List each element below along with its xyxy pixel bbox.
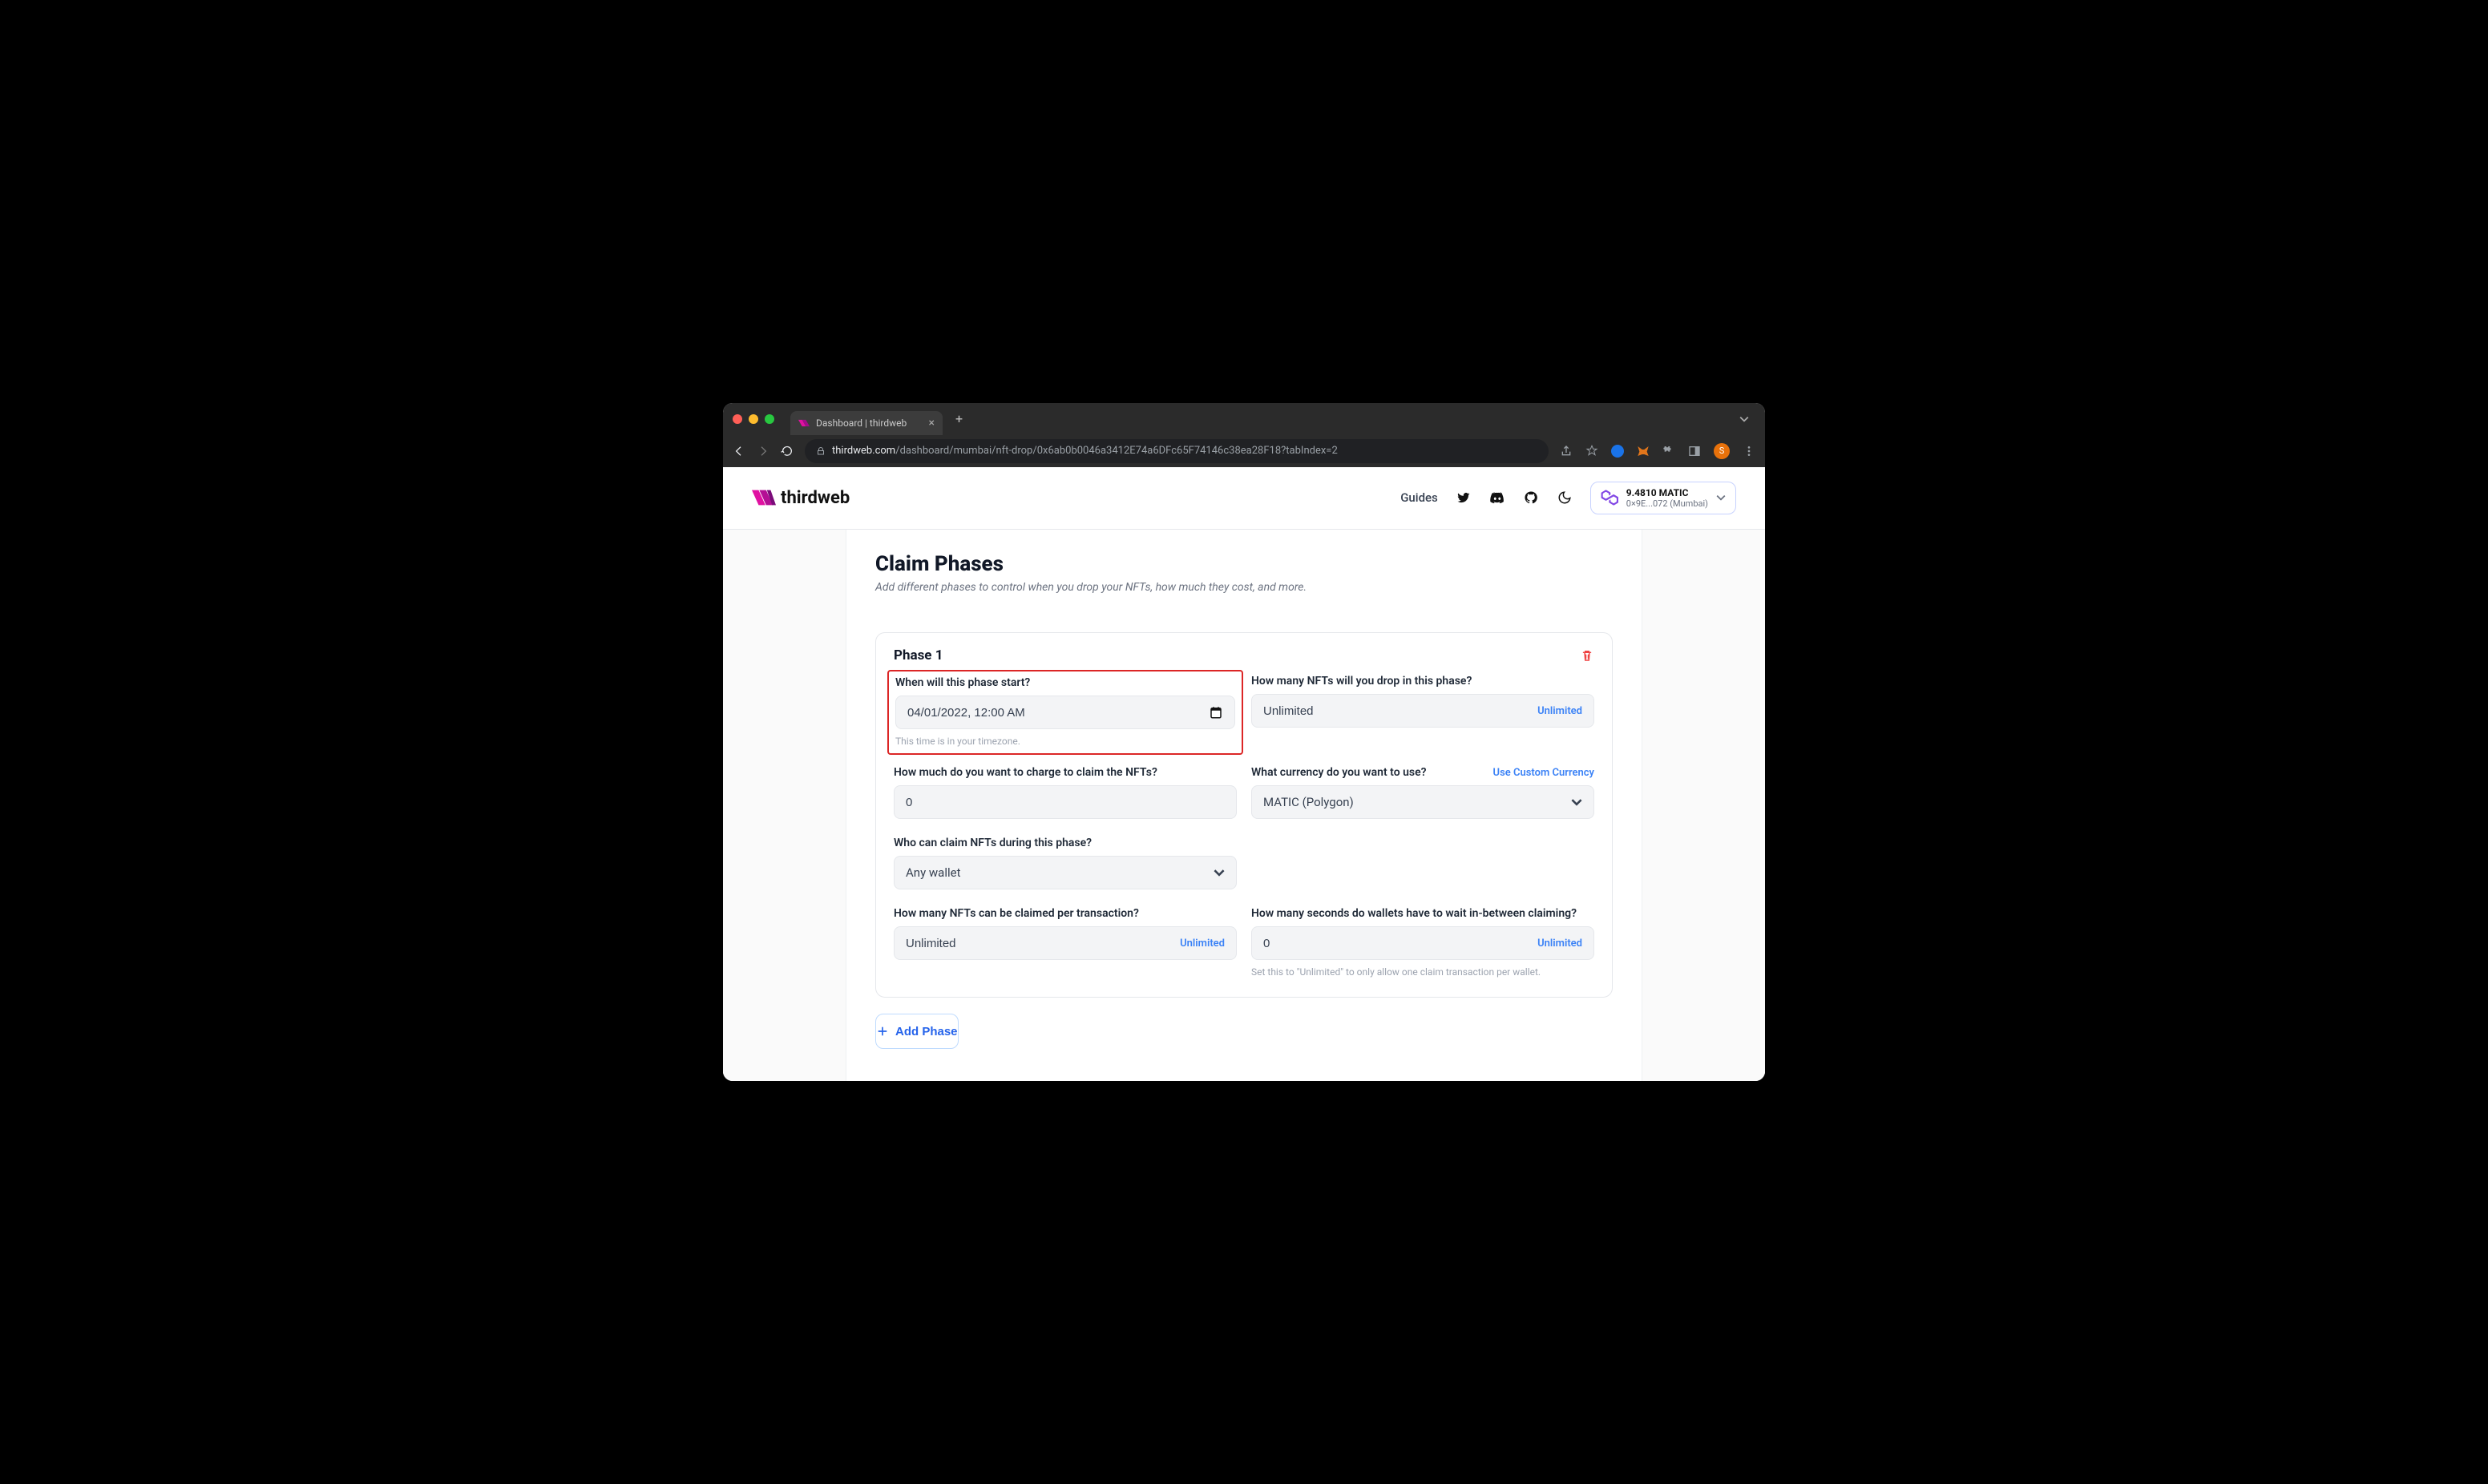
- browser-tab[interactable]: Dashboard | thirdweb ×: [790, 411, 943, 435]
- url-host: thirdweb.com: [832, 445, 895, 457]
- address-bar: thirdweb.com/dashboard/mumbai/nft-drop/0…: [723, 435, 1765, 467]
- drop-count-field[interactable]: [1263, 704, 1537, 718]
- back-button[interactable]: [733, 445, 745, 458]
- page-subtitle: Add different phases to control when you…: [875, 581, 1613, 594]
- extension-icon-1[interactable]: [1611, 445, 1624, 458]
- per-tx-unlimited-link[interactable]: Unlimited: [1180, 938, 1225, 950]
- discord-icon[interactable]: [1489, 490, 1505, 506]
- drop-count-input[interactable]: Unlimited: [1251, 694, 1594, 728]
- extensions-menu-icon[interactable]: [1662, 445, 1675, 458]
- wait-field[interactable]: [1263, 937, 1537, 950]
- url-path: /dashboard/mumbai/nft-drop/0x6ab0b0046a3…: [895, 445, 1338, 457]
- profile-avatar[interactable]: S: [1714, 443, 1730, 459]
- phase-start-label: When will this phase start?: [895, 676, 1235, 689]
- custom-currency-link[interactable]: Use Custom Currency: [1493, 767, 1594, 779]
- page-title: Claim Phases: [875, 552, 1613, 576]
- kebab-menu-icon[interactable]: [1743, 445, 1755, 458]
- claimers-select[interactable]: Any wallet: [894, 856, 1237, 889]
- delete-phase-button[interactable]: [1580, 648, 1594, 663]
- chevron-down-icon: [1571, 796, 1582, 808]
- wait-label: How many seconds do wallets have to wait…: [1251, 907, 1594, 920]
- browser-chrome: Dashboard | thirdweb × + thirdweb.com/da…: [723, 403, 1765, 467]
- phase-start-datetime-field[interactable]: [907, 706, 1209, 720]
- window-minimize-button[interactable]: [749, 414, 758, 424]
- calendar-icon[interactable]: [1209, 705, 1223, 720]
- theme-toggle-icon[interactable]: [1557, 490, 1573, 506]
- share-icon[interactable]: [1560, 445, 1573, 458]
- tab-favicon: [798, 417, 810, 429]
- twitter-icon[interactable]: [1456, 490, 1472, 506]
- phase-card: Phase 1 When will this phase start?: [875, 632, 1613, 998]
- wallet-button[interactable]: 9.4810 MATIC 0×9E...072 (Mumbai): [1590, 482, 1736, 515]
- price-label: How much do you want to charge to claim …: [894, 766, 1237, 779]
- forward-button[interactable]: [757, 445, 769, 458]
- wait-hint: Set this to "Unlimited" to only allow on…: [1251, 966, 1594, 978]
- url-input[interactable]: thirdweb.com/dashboard/mumbai/nft-drop/0…: [805, 439, 1549, 463]
- window-close-button[interactable]: [733, 414, 742, 424]
- chevron-down-icon: [1214, 867, 1225, 878]
- wait-input[interactable]: Unlimited: [1251, 926, 1594, 960]
- plus-icon: [876, 1025, 889, 1038]
- new-tab-button[interactable]: +: [949, 409, 969, 428]
- wallet-balance: 9.4810 MATIC: [1626, 487, 1708, 498]
- price-field[interactable]: [906, 796, 1225, 809]
- claimers-label: Who can claim NFTs during this phase?: [894, 837, 1237, 849]
- brand-logo[interactable]: thirdweb: [752, 488, 850, 508]
- reload-button[interactable]: [781, 445, 794, 458]
- lock-icon: [816, 446, 826, 456]
- tab-title: Dashboard | thirdweb: [816, 417, 907, 429]
- per-tx-label: How many NFTs can be claimed per transac…: [894, 907, 1237, 920]
- phase-title: Phase 1: [894, 647, 943, 663]
- phase-start-highlight: When will this phase start? This time is…: [887, 670, 1243, 755]
- wallet-address: 0×9E...072 (Mumbai): [1626, 498, 1708, 509]
- brand-mark-icon: [752, 490, 776, 506]
- window-controls: [733, 414, 774, 424]
- currency-label: What currency do you want to use?: [1251, 766, 1427, 779]
- add-phase-button[interactable]: Add Phase: [875, 1014, 959, 1049]
- page-content: thirdweb Guides: [723, 467, 1765, 1082]
- per-tx-input[interactable]: Unlimited: [894, 926, 1237, 960]
- phase-start-hint: This time is in your timezone.: [895, 736, 1235, 747]
- metamask-extension-icon[interactable]: [1637, 445, 1650, 458]
- price-input[interactable]: [894, 785, 1237, 819]
- tab-close-button[interactable]: ×: [929, 417, 935, 429]
- browser-window: Dashboard | thirdweb × + thirdweb.com/da…: [723, 403, 1765, 1082]
- phase-start-input[interactable]: [895, 696, 1235, 729]
- per-tx-field[interactable]: [906, 937, 1180, 950]
- chevron-down-icon: [1716, 493, 1726, 502]
- window-zoom-button[interactable]: [765, 414, 774, 424]
- wait-unlimited-link[interactable]: Unlimited: [1537, 938, 1582, 950]
- add-phase-label: Add Phase: [895, 1025, 958, 1038]
- drop-count-label: How many NFTs will you drop in this phas…: [1251, 675, 1594, 688]
- tab-bar: Dashboard | thirdweb × +: [723, 403, 1765, 435]
- github-icon[interactable]: [1523, 490, 1539, 506]
- currency-select[interactable]: MATIC (Polygon): [1251, 785, 1594, 819]
- side-panel-icon[interactable]: [1688, 445, 1701, 458]
- guides-link[interactable]: Guides: [1400, 490, 1438, 505]
- tabs-expand-button[interactable]: [1733, 414, 1755, 424]
- polygon-chain-icon: [1601, 489, 1618, 506]
- claimers-value: Any wallet: [906, 865, 1214, 880]
- currency-value: MATIC (Polygon): [1263, 795, 1571, 809]
- brand-name: thirdweb: [781, 488, 850, 508]
- bookmark-icon[interactable]: [1585, 445, 1598, 458]
- app-header: thirdweb Guides: [723, 467, 1765, 530]
- drop-count-unlimited-link[interactable]: Unlimited: [1537, 705, 1582, 717]
